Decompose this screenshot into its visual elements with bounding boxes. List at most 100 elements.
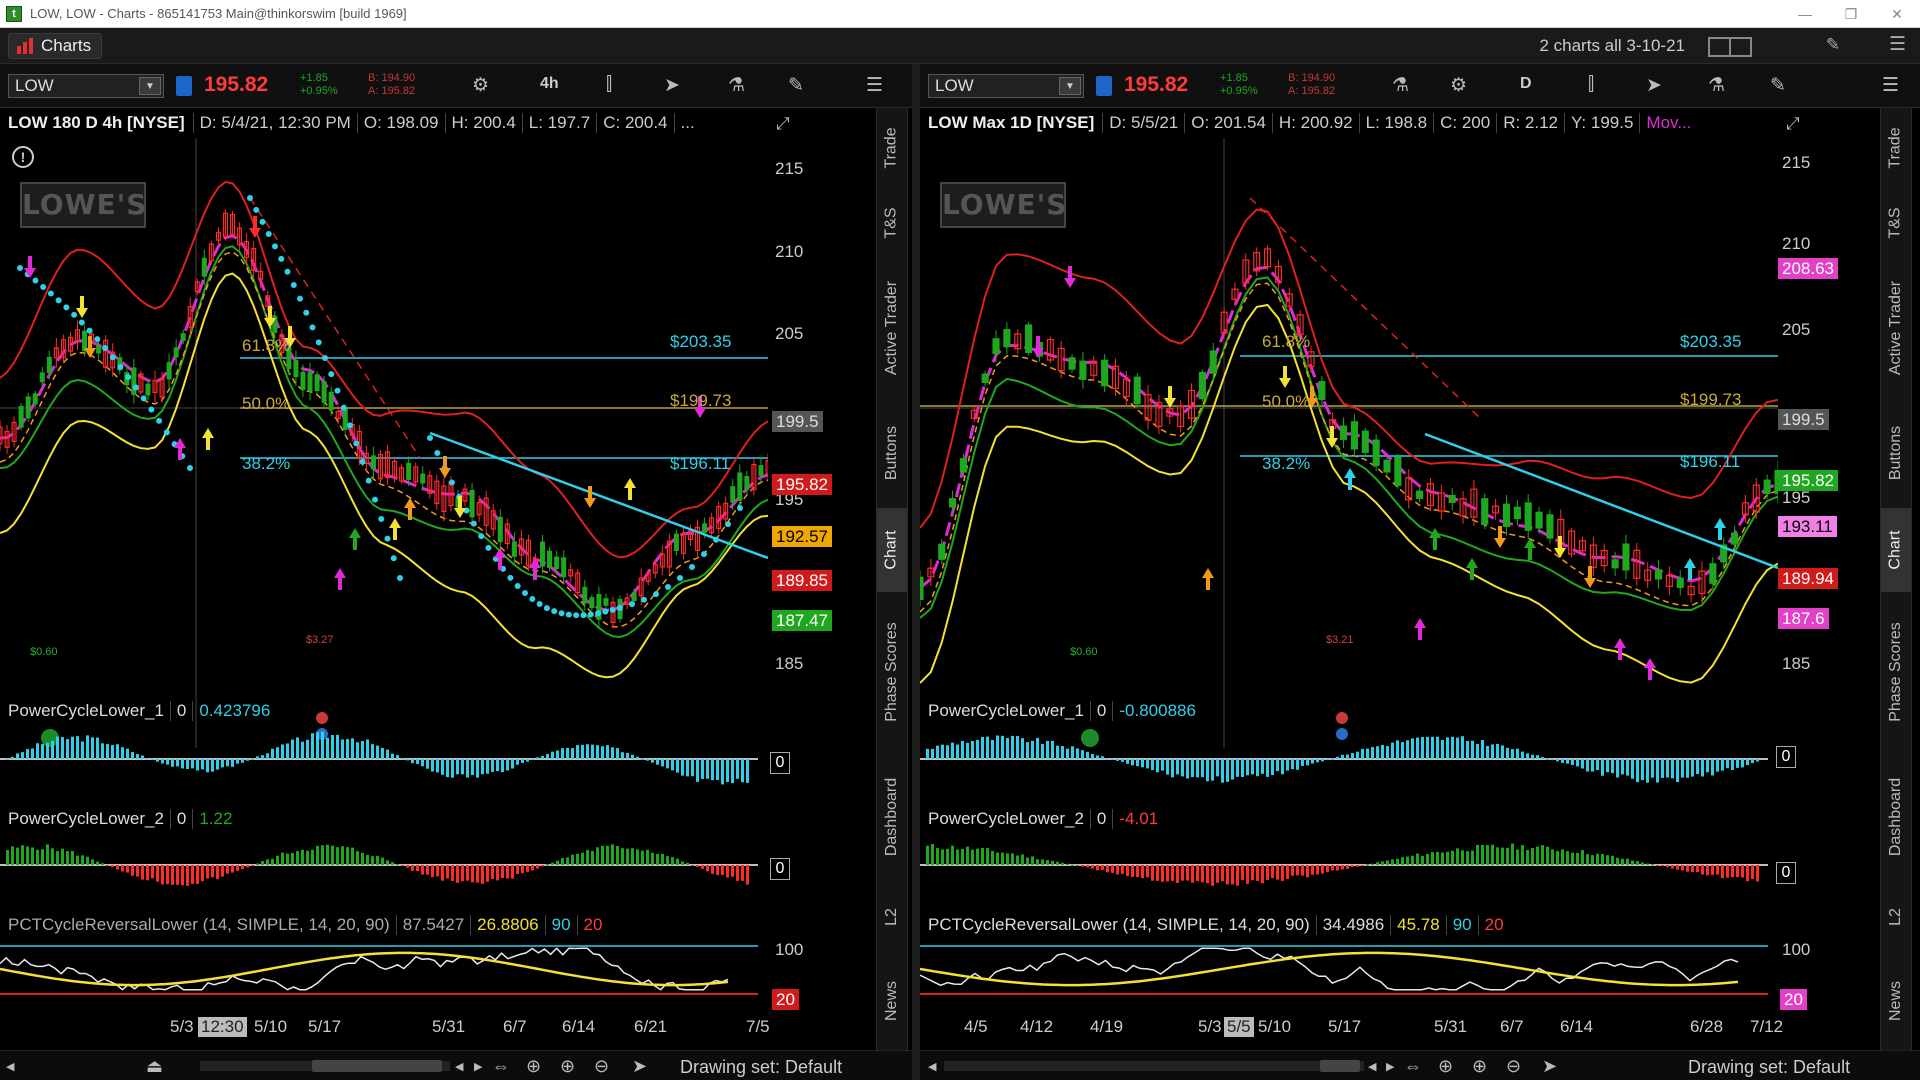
side-tab-time-and-sales[interactable]: T&S <box>1881 188 1911 258</box>
close-button[interactable]: ✕ <box>1874 0 1920 28</box>
study-header: PowerCycleLower_2 0 1.22 <box>0 806 238 832</box>
pointer-icon[interactable]: ➤ <box>1542 1056 1557 1077</box>
signal-arrow <box>1429 528 1441 550</box>
app-menu-icon[interactable]: ☰ <box>1889 33 1906 56</box>
pct-cycle-reversal-plot[interactable] <box>920 938 1778 1008</box>
horizontal-scrollbar[interactable] <box>944 1061 1364 1071</box>
parabolic-dot <box>140 395 147 402</box>
scroll-right-small-icon[interactable]: ▶ <box>1386 1060 1394 1073</box>
power-cycle-2-histogram[interactable] <box>920 832 1778 892</box>
side-tab-phase-scores[interactable]: Phase Scores <box>877 592 907 752</box>
study-value: 20 <box>1477 915 1510 935</box>
pct-cycle-reversal-plot[interactable] <box>0 938 768 1008</box>
side-tab-chart[interactable]: Chart <box>877 508 907 592</box>
side-tab-buttons[interactable]: Buttons <box>877 398 907 508</box>
side-tab-trade[interactable]: Trade <box>1881 108 1911 188</box>
chart-expand-icon[interactable]: ⤢ <box>1786 114 1814 134</box>
side-tab-chart[interactable]: Chart <box>1881 508 1911 592</box>
settings-gear-icon[interactable]: ⚙ <box>472 74 489 97</box>
histogram-bar <box>411 865 414 871</box>
candle-body <box>1133 376 1141 405</box>
panel-splitter[interactable] <box>912 64 920 1080</box>
zoom-out-icon[interactable]: ⊖ <box>594 1056 609 1077</box>
crosshair-icon[interactable]: ⊕ <box>526 1056 541 1077</box>
symbol-selector[interactable]: LOW ▼ <box>928 74 1084 98</box>
histogram-bar <box>501 759 504 773</box>
pan-icon[interactable]: ⇔ <box>492 1056 510 1077</box>
studies-flask-icon[interactable]: ⚗ <box>1708 74 1725 97</box>
aggregation-period[interactable]: D <box>1520 75 1532 93</box>
side-tab-news[interactable]: News <box>877 952 907 1050</box>
crosshair-icon[interactable]: ⊕ <box>1438 1056 1453 1077</box>
chevron-down-icon[interactable]: ▼ <box>1059 77 1081 95</box>
drawings-icon[interactable]: ✎ <box>1770 74 1786 97</box>
price-chart-right[interactable] <box>920 138 1778 748</box>
zoom-in-icon[interactable]: ⊕ <box>560 1056 575 1077</box>
scroll-left-icon[interactable]: ◀ <box>6 1060 14 1073</box>
moving-average-info[interactable]: Mov... <box>1639 113 1697 133</box>
side-tab-active-trader[interactable]: Active Trader <box>1881 258 1911 398</box>
power-cycle-1-histogram[interactable] <box>920 726 1778 786</box>
studies-flask-icon[interactable]: ⚗ <box>728 74 745 97</box>
side-tab-news[interactable]: News <box>1881 952 1911 1050</box>
side-tab-trade[interactable]: Trade <box>877 108 907 188</box>
scroll-right-small-icon[interactable]: ▶ <box>474 1060 482 1073</box>
parabolic-dot <box>322 355 328 361</box>
parabolic-dot <box>309 324 316 331</box>
zoom-out-icon[interactable]: ⊖ <box>1506 1056 1521 1077</box>
power-cycle-1-histogram[interactable] <box>0 726 768 786</box>
cursor-icon[interactable]: ➤ <box>1646 74 1662 97</box>
scroll-left-icon[interactable]: ◀ <box>928 1060 936 1073</box>
settings-gear-icon[interactable]: ⚙ <box>1450 74 1467 97</box>
symbol-selector[interactable]: LOW ▼ <box>8 74 164 98</box>
chart-menu-icon[interactable]: ☰ <box>866 74 883 97</box>
scroll-left-small-icon[interactable]: ◀ <box>1368 1060 1376 1073</box>
aggregation-period[interactable]: 4h <box>540 75 559 93</box>
side-tab-time-and-sales[interactable]: T&S <box>877 188 907 258</box>
chart-style-icon[interactable]: ⫿ <box>1588 74 1594 96</box>
drawing-set-selector[interactable]: Drawing set: Default <box>1688 1057 1850 1078</box>
chart-style-icon[interactable]: ⫿ <box>606 74 612 96</box>
drawing-set-selector[interactable]: Drawing set: Default <box>680 1057 842 1078</box>
power-cycle-2-histogram[interactable] <box>0 832 768 892</box>
collapse-icon[interactable]: ⏏ <box>146 1056 163 1077</box>
pin-icon[interactable]: ✎ <box>1826 35 1840 55</box>
restore-button[interactable]: ❐ <box>1828 0 1874 28</box>
pointer-icon[interactable]: ➤ <box>632 1056 647 1077</box>
histogram-bar <box>1021 738 1024 759</box>
study-header: PowerCycleLower_1 0 -0.800886 <box>920 698 1202 724</box>
chart-menu-icon[interactable]: ☰ <box>1882 74 1899 97</box>
charts-tab[interactable]: Charts <box>8 33 103 59</box>
chart-grid-title[interactable]: 2 charts all 3-10-21 <box>1539 36 1685 56</box>
zoom-in-icon[interactable]: ⊕ <box>1472 1056 1487 1077</box>
chart-expand-icon[interactable]: ⤢ <box>776 114 804 134</box>
cursor-icon[interactable]: ➤ <box>664 74 680 97</box>
side-tab-buttons[interactable]: Buttons <box>1881 398 1911 508</box>
scrollbar-thumb[interactable] <box>1320 1060 1360 1072</box>
histogram-bar <box>596 847 599 865</box>
side-tab-l2[interactable]: L2 <box>877 882 907 952</box>
chart-bottom-bar: ◀ ⏏ ◀ ▶ ⇔ ⊕ ⊕ ⊖ ➤ Drawing set: Default <box>0 1050 912 1080</box>
studies-flask-icon[interactable]: ⚗ <box>1392 74 1409 97</box>
candle-body <box>1416 490 1424 499</box>
link-color-icon[interactable] <box>1096 76 1112 96</box>
drawings-icon[interactable]: ✎ <box>788 74 804 97</box>
minimize-button[interactable]: — <box>1782 0 1828 28</box>
side-tab-l2[interactable]: L2 <box>1881 882 1911 952</box>
scrollbar-thumb[interactable] <box>312 1060 442 1072</box>
histogram-bar <box>606 845 609 865</box>
study-value: 87.5427 <box>395 915 470 935</box>
side-tab-active-trader[interactable]: Active Trader <box>877 258 907 398</box>
side-tab-dashboard[interactable]: Dashboard <box>877 752 907 882</box>
info-icon[interactable]: ! <box>12 146 34 168</box>
grid-layout-icon[interactable] <box>1708 37 1752 57</box>
net-change: +1.85 +0.95% <box>1220 72 1258 98</box>
more-info[interactable]: ... <box>673 113 701 133</box>
side-tab-phase-scores[interactable]: Phase Scores <box>1881 592 1911 752</box>
price-chart-left[interactable] <box>0 138 768 748</box>
pan-icon[interactable]: ⇔ <box>1404 1056 1422 1077</box>
scroll-left-small-icon[interactable]: ◀ <box>455 1060 463 1073</box>
side-tab-dashboard[interactable]: Dashboard <box>1881 752 1911 882</box>
link-color-icon[interactable] <box>176 76 192 96</box>
chevron-down-icon[interactable]: ▼ <box>139 77 161 95</box>
